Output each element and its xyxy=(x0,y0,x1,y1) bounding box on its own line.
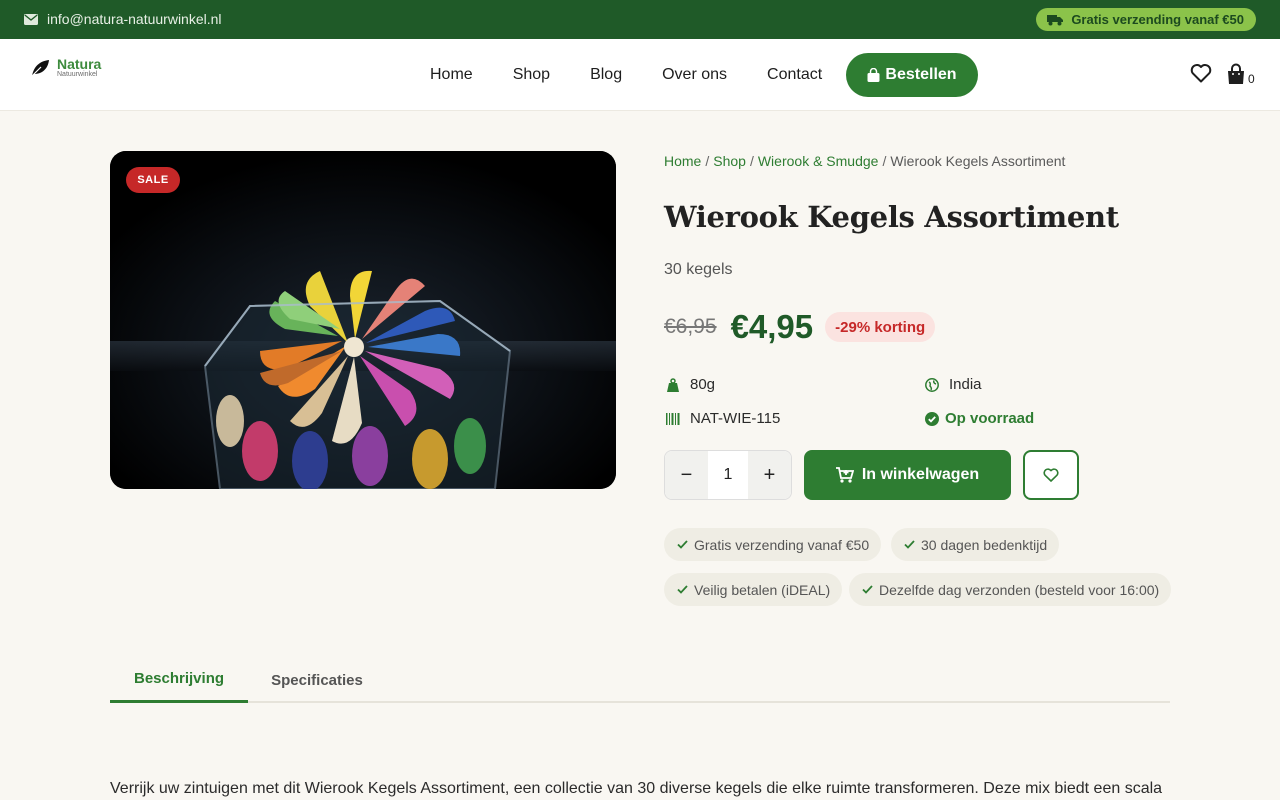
nav-shop[interactable]: Shop xyxy=(493,66,570,84)
nav-blog[interactable]: Blog xyxy=(570,66,642,84)
discount-badge: -29% korting xyxy=(825,312,936,342)
perk-same-day-shipping: Dezelfde dag verzonden (besteld voor 16:… xyxy=(849,573,1172,606)
quantity-decrease-button[interactable]: − xyxy=(665,451,708,499)
sale-badge: SALE xyxy=(126,167,180,193)
add-to-cart-label: In winkelwagen xyxy=(861,466,980,483)
product-weight: 80g xyxy=(666,376,715,393)
logo[interactable]: Natura Natuurwinkel xyxy=(30,57,101,79)
check-icon xyxy=(862,585,873,594)
breadcrumb-shop[interactable]: Shop xyxy=(713,153,746,169)
check-icon xyxy=(677,585,688,594)
breadcrumb-separator: / xyxy=(705,153,710,169)
quantity-stepper: − 1 + xyxy=(664,450,792,500)
incense-cones-photo xyxy=(110,151,616,489)
cart-count: 0 xyxy=(1248,72,1255,86)
site-header: Natura Natuurwinkel Home Shop Blog Over … xyxy=(0,39,1280,111)
product-sku: NAT-WIE-115 xyxy=(666,410,780,427)
shopping-bag-icon xyxy=(1228,63,1244,84)
weight-value: 80g xyxy=(690,376,716,393)
globe-icon xyxy=(925,377,939,392)
perk-label: Dezelfde dag verzonden (besteld voor 16:… xyxy=(879,581,1160,598)
product-origin: India xyxy=(925,376,982,393)
breadcrumb-home[interactable]: Home xyxy=(664,153,701,169)
perk-label: 30 dagen bedenktijd xyxy=(921,536,1048,553)
breadcrumb-separator: / xyxy=(882,153,887,169)
product-image[interactable]: SALE xyxy=(110,151,616,489)
stock-value: Op voorraad xyxy=(945,410,1035,427)
nav-over-ons[interactable]: Over ons xyxy=(642,66,747,84)
envelope-icon xyxy=(24,13,38,25)
breadcrumb: Home / Shop / Wierook & Smudge / Wierook Kegel… xyxy=(664,153,1065,169)
email-text: info@natura-natuurwinkel.nl xyxy=(47,11,222,27)
quantity-increase-button[interactable]: + xyxy=(748,451,791,499)
top-bar: info@natura-natuurwinkel.nl Gratis verze… xyxy=(0,0,1280,39)
order-button[interactable]: Bestellen xyxy=(846,53,978,97)
check-icon xyxy=(904,540,915,549)
tab-description[interactable]: Beschrijving xyxy=(110,657,248,703)
logo-subtitle: Natuurwinkel xyxy=(57,71,98,78)
breadcrumb-separator: / xyxy=(749,153,754,169)
breadcrumb-current: Wierook Kegels Assortiment xyxy=(890,153,1066,169)
perk-return-period: 30 dagen bedenktijd xyxy=(891,528,1060,561)
current-price: €4,95 xyxy=(730,308,814,345)
wishlist-button[interactable] xyxy=(1023,450,1079,500)
contact-email[interactable]: info@natura-natuurwinkel.nl xyxy=(24,11,222,27)
perk-label: Gratis verzending vanaf €50 xyxy=(694,536,870,553)
check-circle-icon xyxy=(925,411,939,426)
leaf-icon xyxy=(30,60,49,78)
nav-home[interactable]: Home xyxy=(410,66,493,84)
product-quantity-text: 30 kegels xyxy=(664,261,733,278)
check-icon xyxy=(677,540,688,549)
product-title: Wierook Kegels Assortiment xyxy=(664,200,1119,234)
old-price: €6,95 xyxy=(664,315,717,338)
perk-label: Veilig betalen (iDEAL) xyxy=(694,581,831,598)
stock-status: Op voorraad xyxy=(925,410,1034,427)
heart-icon[interactable] xyxy=(1190,63,1212,83)
product-tabs: Beschrijving Specificaties xyxy=(110,657,1170,703)
origin-value: India xyxy=(949,376,982,393)
cart-button[interactable]: 0 xyxy=(1226,63,1255,85)
weight-icon xyxy=(667,377,679,392)
product-description: Verrijk uw zintuigen met dit Wierook Keg… xyxy=(110,780,1163,797)
free-shipping-text: Gratis verzending vanaf €50 xyxy=(1071,12,1244,27)
add-to-cart-button[interactable]: In winkelwagen xyxy=(804,450,1011,500)
breadcrumb-category[interactable]: Wierook & Smudge xyxy=(758,153,879,169)
logo-name: Natura xyxy=(57,56,102,72)
cart-plus-icon xyxy=(835,467,854,483)
heart-icon xyxy=(1043,468,1059,482)
main-nav: Home Shop Blog Over ons Contact xyxy=(410,39,842,111)
truck-icon xyxy=(1047,14,1064,25)
tab-specifications[interactable]: Specificaties xyxy=(248,657,386,703)
order-button-label: Bestellen xyxy=(885,66,957,83)
barcode-icon xyxy=(666,412,680,425)
free-shipping-badge: Gratis verzending vanaf €50 xyxy=(1036,8,1256,31)
perk-secure-payment: Veilig betalen (iDEAL) xyxy=(664,573,843,606)
sku-value: NAT-WIE-115 xyxy=(690,410,781,427)
shopping-bag-icon xyxy=(867,68,880,82)
price-row: €6,95 €4,95 -29% korting xyxy=(664,308,936,346)
perk-free-shipping: Gratis verzending vanaf €50 xyxy=(664,528,882,561)
nav-contact[interactable]: Contact xyxy=(747,66,842,84)
quantity-input[interactable]: 1 xyxy=(708,451,748,499)
